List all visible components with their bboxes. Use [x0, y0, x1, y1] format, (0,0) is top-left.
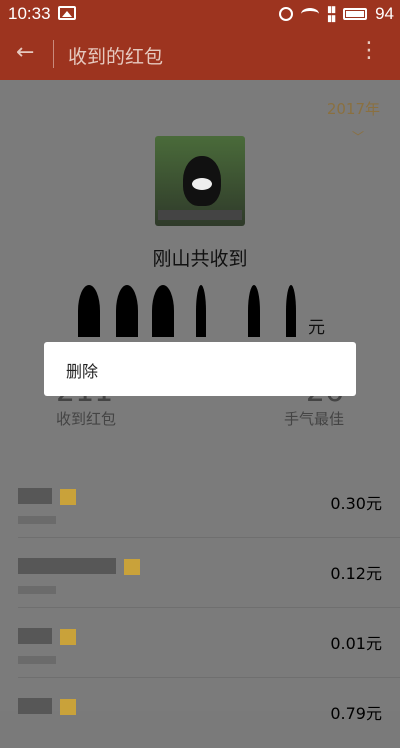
date-redacted [18, 656, 56, 664]
redacted-digit [152, 285, 174, 337]
luck-badge-icon [124, 559, 140, 575]
record-amount: 0.79元 [330, 704, 382, 723]
status-time: 10:33 [8, 4, 51, 23]
luck-badge-icon [60, 629, 76, 645]
avatar-caption-bar [158, 210, 242, 220]
record-amount: 0.30元 [330, 494, 382, 513]
main-content: 2017年 ﹀ 刚山共收到 元 211 收到红包 26 手气最佳 删除 0.30… [0, 80, 400, 723]
record-amount: 0.01元 [330, 634, 382, 653]
app-bar: ← 收到的红包 ⋮ [0, 28, 400, 80]
delete-menu-item[interactable]: 删除 [66, 358, 98, 382]
list-item[interactable]: 0.01元 [0, 608, 400, 678]
redacted-digit [286, 285, 296, 337]
list-item[interactable]: 0.79元 [0, 678, 400, 748]
received-summary-title: 刚山共收到 [152, 248, 248, 270]
page-title: 收到的红包 [68, 46, 164, 68]
sender-name-redacted [18, 488, 52, 504]
redacted-digit [78, 285, 100, 337]
chevron-down-icon[interactable]: ﹀ [352, 128, 364, 145]
wifi-icon [301, 8, 320, 20]
status-bar: 10:33 ▮▮ ▮▮ 94 [0, 0, 400, 28]
avatar-bear-image [183, 156, 221, 206]
best-luck-label: 手气最佳 [284, 410, 345, 428]
redacted-digit [116, 285, 138, 337]
year-selector[interactable]: 2017年 [327, 98, 380, 119]
signal-icon: ▮▮ ▮▮ [327, 4, 336, 23]
sender-name-redacted [18, 628, 52, 644]
redacted-digit [248, 285, 260, 337]
sender-name-redacted [18, 698, 52, 714]
avatar [155, 136, 245, 226]
record-amount: 0.12元 [330, 564, 382, 583]
list-item[interactable]: 0.12元 [0, 538, 400, 608]
back-arrow-icon[interactable]: ← [16, 40, 34, 65]
battery-icon [343, 8, 368, 20]
luck-badge-icon [60, 489, 76, 505]
total-amount: 元 [78, 285, 338, 338]
luck-badge-icon [60, 699, 76, 715]
list-item[interactable]: 0.30元 [0, 468, 400, 538]
date-redacted [18, 586, 56, 594]
alarm-icon [279, 7, 294, 21]
redacted-digit [196, 285, 206, 337]
context-menu-dialog: 删除 [44, 342, 356, 396]
status-icons: ▮▮ ▮▮ 94 [279, 4, 394, 24]
received-label: 收到红包 [56, 410, 117, 428]
battery-level: 94 [375, 4, 394, 23]
date-redacted [18, 516, 56, 524]
more-options-icon[interactable]: ⋮ [358, 38, 380, 63]
appbar-divider [53, 40, 54, 68]
image-notification-icon [58, 6, 76, 20]
currency-label: 元 [308, 318, 325, 338]
sender-name-redacted [18, 558, 116, 574]
